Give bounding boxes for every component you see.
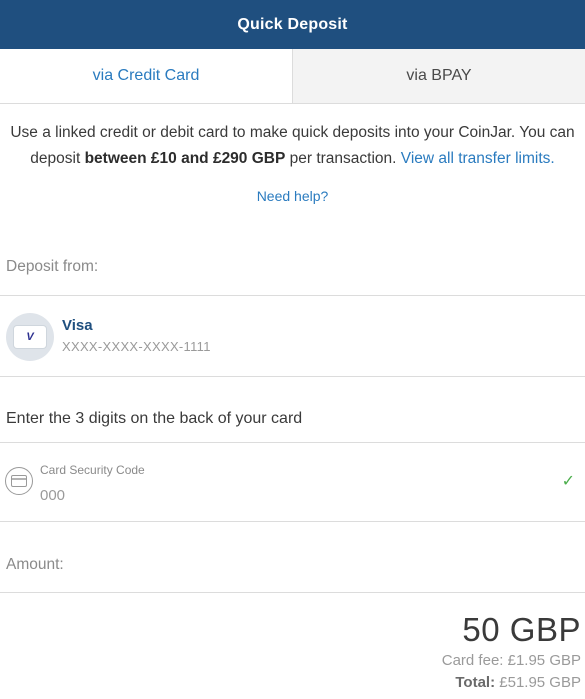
cvc-label: Card Security Code (40, 463, 145, 477)
info-text-2: per transaction. (285, 150, 401, 167)
checkmark-icon: ✓ (561, 473, 575, 490)
transfer-limits-link[interactable]: View all transfer limits. (401, 150, 555, 167)
amount-summary: 50 GBP Card fee: £1.95 GBP Total: £51.95… (442, 610, 581, 694)
deposit-info-text: Use a linked credit or debit card to mak… (0, 120, 585, 172)
deposit-limits: between £10 and £290 GBP (84, 150, 286, 167)
total-line: Total: £51.95 GBP (442, 672, 581, 694)
cvc-field-row: Card Security Code ✓ (0, 443, 585, 521)
card-fee: Card fee: £1.95 GBP (441, 652, 581, 669)
page-title: Quick Deposit (237, 15, 348, 33)
tab-bpay[interactable]: via BPAY (292, 49, 585, 103)
divider (0, 376, 585, 377)
cvc-input[interactable] (40, 484, 520, 506)
card-name: Visa (62, 317, 93, 334)
amount-label: Amount: (6, 556, 64, 573)
amount-value[interactable]: 50 GBP (442, 610, 581, 650)
card-number: XXXX-XXXX-XXXX-1111 (62, 339, 211, 354)
total-label: Total: (455, 674, 496, 691)
card-avatar: V (6, 313, 54, 361)
selected-card[interactable]: V Visa XXXX-XXXX-XXXX-1111 (0, 296, 585, 376)
deposit-from-label: Deposit from: (6, 258, 99, 275)
card-brand-badge: V (26, 331, 34, 343)
visa-card-icon: V (14, 326, 46, 348)
divider (0, 521, 585, 522)
total-value: £51.95 GBP (499, 674, 581, 691)
divider (0, 592, 585, 593)
deposit-method-tabs: via Credit Card via BPAY (0, 49, 585, 104)
credit-card-icon (5, 467, 33, 495)
need-help-link[interactable]: Need help? (0, 188, 585, 204)
header-bar: Quick Deposit (0, 0, 585, 49)
cvc-prompt: Enter the 3 digits on the back of your c… (6, 410, 303, 427)
tab-credit-card[interactable]: via Credit Card (0, 49, 292, 103)
